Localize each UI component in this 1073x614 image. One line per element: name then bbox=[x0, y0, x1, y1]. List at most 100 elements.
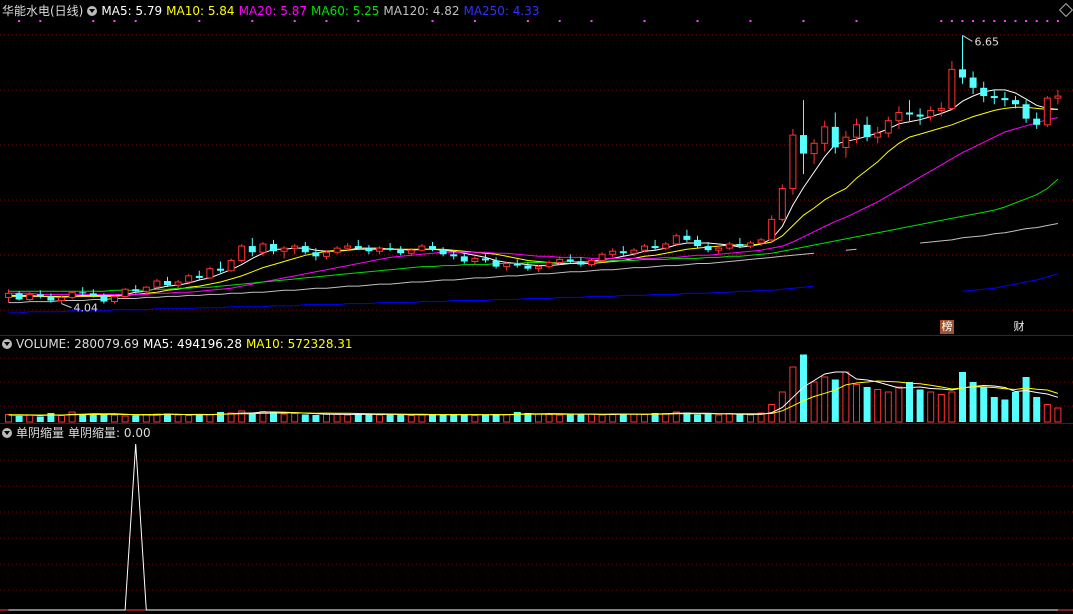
chevron-down-icon[interactable] bbox=[2, 428, 12, 438]
candle-body bbox=[630, 249, 638, 254]
volume-bar bbox=[800, 354, 807, 422]
candle-body bbox=[26, 293, 34, 301]
volume-bar bbox=[482, 415, 489, 422]
volume-bar bbox=[217, 412, 224, 422]
candle-body bbox=[365, 248, 373, 252]
ma-line-ma20 bbox=[8, 117, 1058, 295]
volume-bar bbox=[111, 414, 118, 423]
volume-bar bbox=[344, 414, 352, 423]
candle-body bbox=[884, 120, 892, 134]
signal-dot bbox=[293, 20, 296, 22]
candle-body bbox=[662, 243, 670, 249]
volume-bar bbox=[174, 414, 182, 423]
volume-pane[interactable]: VOLUME: 280079.69 MA5: 494196.28 MA10: 5… bbox=[0, 336, 1073, 424]
signal-dot bbox=[357, 20, 360, 22]
price-pane[interactable]: 6.65 4.04 华能水电(日线) MA5: 5.79 MA10: 5.84 M… bbox=[0, 0, 1073, 336]
volume-bar bbox=[937, 394, 945, 423]
candle-body bbox=[386, 248, 394, 250]
candle-body bbox=[312, 252, 320, 257]
candle-body bbox=[142, 286, 150, 292]
candle-body bbox=[757, 239, 765, 244]
indicator-chart[interactable] bbox=[0, 424, 1073, 614]
volume-bar bbox=[58, 415, 65, 423]
volume-bar bbox=[980, 387, 988, 422]
volume-bar bbox=[715, 414, 723, 423]
candle-body bbox=[333, 247, 341, 253]
candle-body bbox=[694, 239, 701, 247]
candle-body bbox=[89, 293, 97, 296]
volume-bar bbox=[609, 414, 617, 423]
signal-dot bbox=[92, 20, 95, 22]
legend-ma5: MA5: 5.79 bbox=[101, 4, 163, 18]
signal-dot bbox=[696, 20, 699, 22]
signal-dot bbox=[134, 20, 137, 22]
candle-body bbox=[810, 142, 818, 155]
chevron-down-icon[interactable] bbox=[87, 6, 98, 16]
candle-body bbox=[1001, 98, 1009, 101]
candle-body bbox=[376, 247, 383, 252]
volume-bar bbox=[916, 389, 924, 422]
candle-body bbox=[736, 244, 744, 247]
candle-body bbox=[503, 263, 511, 268]
candle-body bbox=[588, 259, 595, 266]
volume-bar bbox=[1043, 404, 1051, 423]
volume-bar bbox=[831, 379, 839, 422]
candle-body bbox=[556, 258, 564, 264]
candle-body bbox=[15, 293, 23, 300]
candle-body bbox=[132, 289, 140, 292]
volume-bar bbox=[842, 371, 850, 423]
volume-bar bbox=[513, 412, 521, 422]
candle-body bbox=[418, 245, 426, 251]
low-pointer bbox=[61, 303, 72, 309]
volume-bar bbox=[15, 416, 23, 422]
volume-bar bbox=[725, 413, 733, 423]
legend-volume: VOLUME: 280079.69 bbox=[16, 337, 139, 351]
volume-bar bbox=[503, 414, 511, 423]
signal-dot bbox=[251, 20, 254, 22]
signal-dot bbox=[749, 20, 752, 22]
stock-title: 华能水电(日线) bbox=[2, 4, 84, 18]
volume-bar bbox=[1054, 407, 1062, 423]
candle-body bbox=[895, 111, 903, 122]
volume-bar bbox=[79, 414, 87, 422]
candle-body bbox=[301, 246, 309, 253]
legend-vol-ma10: MA10: 572328.31 bbox=[245, 337, 353, 351]
volume-bar bbox=[810, 381, 818, 423]
price-chart[interactable]: 6.65 4.04 bbox=[0, 0, 1073, 336]
candle-body bbox=[492, 260, 500, 267]
candle-body bbox=[789, 134, 797, 190]
volume-bar bbox=[969, 382, 977, 422]
signal-dot bbox=[18, 20, 21, 22]
candle-body bbox=[948, 68, 956, 109]
candle-body bbox=[238, 245, 246, 261]
volume-bar bbox=[747, 414, 754, 423]
rank-badge[interactable]: 榜 bbox=[940, 320, 954, 334]
indicator-legend: 单阴缩量 单阴缩量: 0.00 bbox=[2, 426, 155, 440]
finance-badge[interactable]: 财 bbox=[1012, 320, 1026, 334]
candle-body bbox=[545, 262, 553, 268]
legend-ma250: MA250: 4.33 bbox=[463, 4, 540, 18]
signal-dot bbox=[558, 20, 561, 22]
candle-body bbox=[270, 244, 277, 252]
volume-bar bbox=[588, 413, 595, 423]
indicator-pane[interactable]: 单阴缩量 单阴缩量: 0.00 bbox=[0, 424, 1073, 614]
candle-body bbox=[566, 259, 574, 262]
high-label: 6.65 bbox=[975, 35, 1000, 48]
candle-body bbox=[280, 247, 288, 252]
volume-bar bbox=[439, 415, 447, 422]
candle-body bbox=[577, 261, 585, 265]
volume-bar bbox=[1033, 397, 1041, 422]
candle-body bbox=[1054, 95, 1062, 99]
volume-bar bbox=[736, 414, 744, 422]
low-label: 4.04 bbox=[74, 302, 99, 315]
candle-body bbox=[683, 235, 691, 240]
candle-body bbox=[227, 259, 235, 272]
volume-bar bbox=[132, 415, 140, 422]
candle-body bbox=[79, 292, 87, 294]
volume-bar bbox=[694, 414, 701, 422]
volume-bar bbox=[874, 389, 882, 423]
chevron-down-icon[interactable] bbox=[2, 339, 12, 349]
volume-bar bbox=[429, 414, 436, 422]
signal-dot bbox=[961, 20, 964, 22]
volume-bar bbox=[291, 413, 299, 423]
